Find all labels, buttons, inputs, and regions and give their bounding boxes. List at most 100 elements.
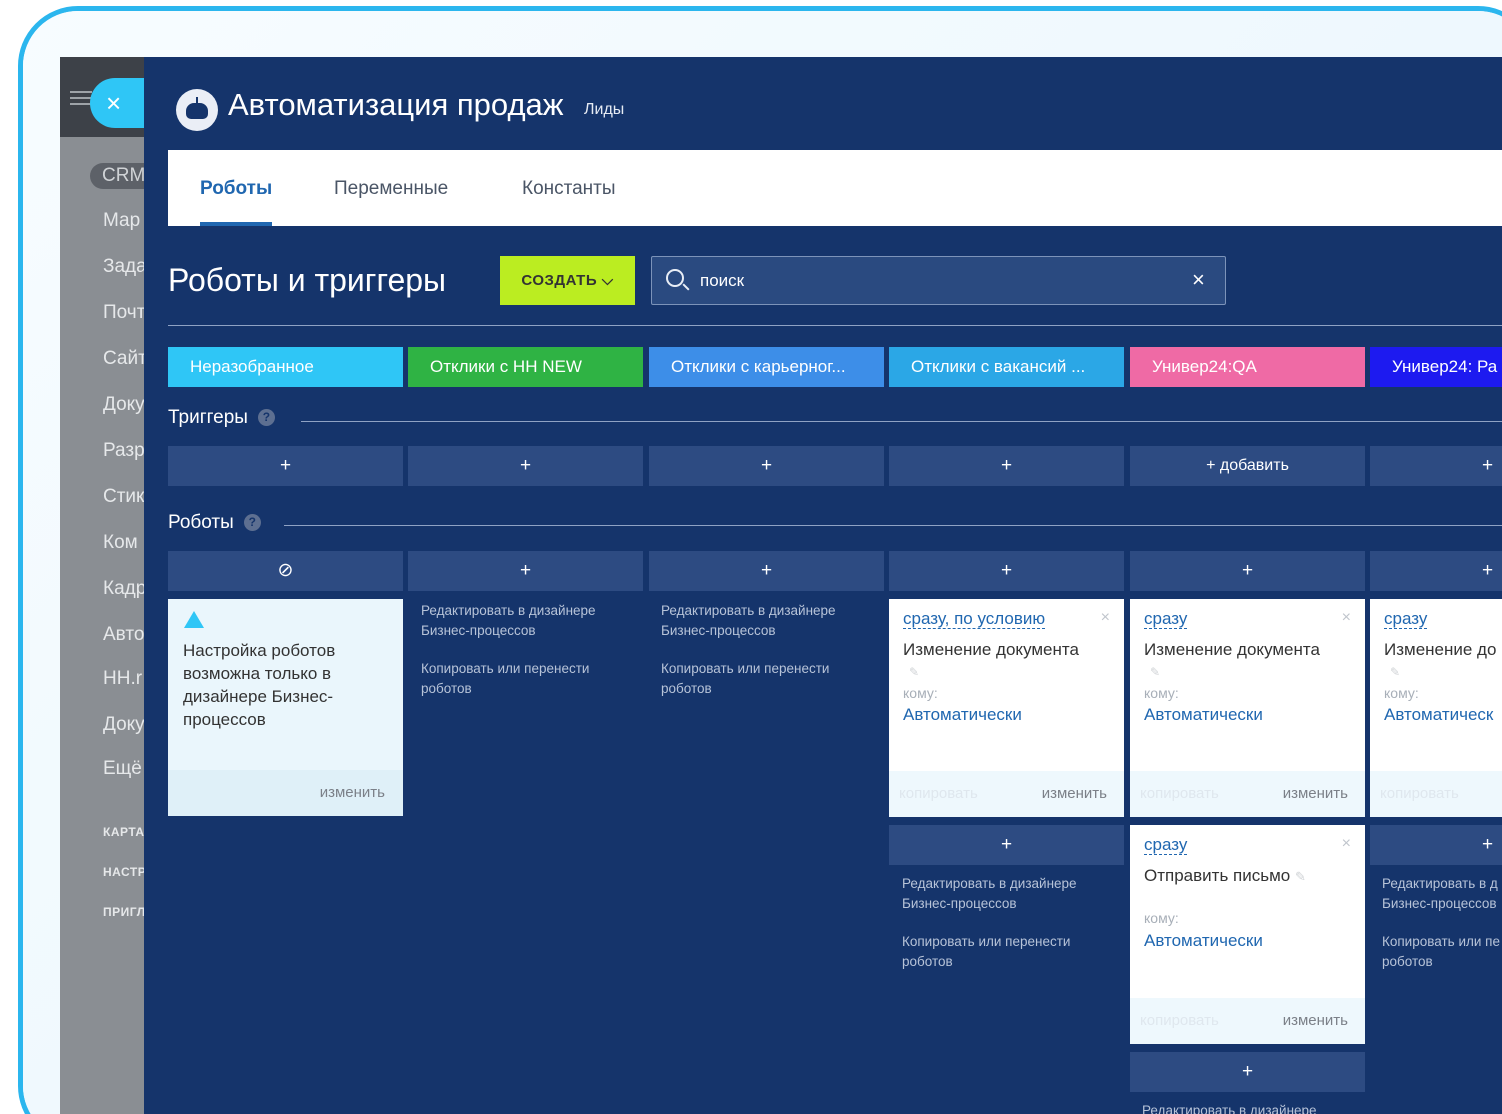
edit-link[interactable]: изменить	[1042, 785, 1107, 802]
close-slider-button[interactable]: ×	[90, 78, 146, 128]
edit-link[interactable]: изменить	[320, 784, 385, 801]
add-trigger-button[interactable]: +	[1370, 446, 1502, 486]
sidebar-item[interactable]: Ком	[103, 532, 138, 554]
card-title: Изменение до	[1384, 640, 1497, 659]
sidebar-item[interactable]: Мар	[103, 210, 140, 232]
pencil-icon[interactable]: ✎	[1390, 665, 1400, 679]
pencil-icon[interactable]: ✎	[909, 665, 919, 679]
robots-title: Роботы	[168, 512, 234, 533]
copy-link[interactable]: копировать	[899, 785, 978, 802]
robot-card: сразу × Отправить письмо ✎ кому: Автомат…	[1130, 825, 1365, 1044]
sidebar-item-crm[interactable]: CRM	[90, 163, 144, 189]
add-trigger-button[interactable]: + добавить	[1130, 446, 1365, 486]
card-recipient-label: кому:	[1144, 910, 1179, 926]
stage-header[interactable]: Неразобранное	[168, 347, 403, 387]
edit-designer-link[interactable]: Редактировать в дизайнере Бизнес-процесс…	[421, 601, 621, 641]
add-robot-button[interactable]: +	[1130, 1052, 1365, 1092]
add-trigger-button[interactable]: +	[889, 446, 1124, 486]
card-condition-link[interactable]: сразу	[1144, 610, 1188, 629]
sidebar-item-settings[interactable]: НАСТР	[103, 865, 144, 879]
stage-header[interactable]: Универ24:QA	[1130, 347, 1365, 387]
add-robot-button[interactable]: +	[1370, 551, 1502, 591]
edit-link[interactable]: изменить	[1283, 785, 1348, 802]
sidebar-item[interactable]: Кадр	[103, 578, 144, 600]
card-footer: копировать изменить	[1130, 771, 1365, 817]
card-condition-link[interactable]: сразу	[1384, 610, 1428, 629]
card-recipient-link[interactable]: Автоматически	[1144, 705, 1263, 725]
edit-designer-link[interactable]: Редактировать в дизайнере	[1142, 1101, 1352, 1114]
card-condition-link[interactable]: сразу, по условию	[903, 610, 1046, 629]
copy-link[interactable]: копировать	[1380, 785, 1459, 802]
card-recipient-link[interactable]: Автоматически	[903, 705, 1022, 725]
card-title: Изменение документа	[903, 640, 1079, 659]
stage-label: Универ24:QA	[1152, 357, 1257, 376]
add-robot-button[interactable]: +	[649, 551, 884, 591]
card-condition-link[interactable]: сразу	[1144, 836, 1188, 855]
pencil-icon[interactable]: ✎	[1150, 665, 1160, 679]
sidebar-item[interactable]: Разр	[103, 440, 144, 462]
add-robot-button[interactable]: +	[1130, 551, 1365, 591]
robot-card: сразу, по условию × Изменение документа …	[889, 599, 1124, 817]
close-icon[interactable]: ×	[1342, 609, 1351, 627]
add-trigger-button[interactable]: +	[168, 446, 403, 486]
add-robot-button[interactable]: +	[889, 825, 1124, 865]
card-recipient-link[interactable]: Автоматически	[1144, 931, 1263, 951]
card-title: Отправить письмо ✎	[1144, 866, 1306, 886]
designer-links: Редактировать в дизайнере	[1142, 1101, 1352, 1114]
close-icon[interactable]: ×	[1342, 835, 1351, 853]
copy-link[interactable]: копировать	[1140, 1012, 1219, 1029]
sidebar-item-more[interactable]: Ещё	[103, 758, 142, 780]
copy-move-link[interactable]: Копировать или перенести роботов	[902, 932, 1112, 972]
card-footer: копировать изменить	[889, 771, 1124, 817]
add-trigger-button[interactable]: +	[408, 446, 643, 486]
sidebar-item[interactable]: HH.r	[103, 668, 142, 690]
tab-variables[interactable]: Переменные	[334, 178, 448, 200]
menu-icon[interactable]	[70, 91, 92, 105]
warning-text: Настройка роботов возможна только в диза…	[183, 641, 336, 729]
search-input[interactable]	[700, 268, 1180, 294]
add-robot-button[interactable]: +	[408, 551, 643, 591]
edit-designer-link[interactable]: Редактировать в д Бизнес-процессов	[1382, 874, 1502, 914]
help-icon[interactable]: ?	[257, 409, 275, 426]
copy-link[interactable]: копировать	[1140, 785, 1219, 802]
sidebar-item[interactable]: Стик	[103, 486, 144, 508]
copy-move-link[interactable]: Копировать или перенести роботов	[661, 659, 861, 699]
edit-designer-link[interactable]: Редактировать в дизайнере Бизнес-процесс…	[902, 874, 1112, 914]
card-footer: копировать изменить	[1130, 998, 1365, 1044]
sidebar-item-map[interactable]: КАРТА	[103, 825, 144, 839]
close-icon[interactable]: ×	[1101, 609, 1110, 627]
card-recipient-label: кому:	[1144, 685, 1179, 701]
sidebar-item[interactable]: Почт	[103, 302, 144, 324]
sidebar-item[interactable]: Доку	[103, 394, 144, 416]
help-icon[interactable]: ?	[243, 514, 261, 531]
automation-panel: Автоматизация продаж Лиды Роботы Перемен…	[144, 57, 1502, 1114]
stage-label: Отклики с карьерног...	[671, 357, 846, 376]
sidebar-item[interactable]: Сайт	[103, 348, 144, 370]
sidebar-item[interactable]: Зада	[103, 256, 144, 278]
warning-card: Настройка роботов возможна только в диза…	[168, 599, 403, 816]
left-sidebar: R CRM Мар Зада Почт Сайт Доку Разр Стик …	[60, 57, 144, 1114]
card-title: Изменение документа	[1144, 640, 1320, 659]
sidebar-item-invite[interactable]: ПРИГЛ	[103, 905, 144, 919]
add-robot-button[interactable]: +	[1370, 825, 1502, 865]
tab-robots[interactable]: Роботы	[200, 178, 272, 200]
stage-header[interactable]: Отклики с HH NEW	[408, 347, 643, 387]
stage-header[interactable]: Отклики с вакансий ...	[889, 347, 1124, 387]
create-button[interactable]: СОЗДАТЬ ⌵	[500, 256, 635, 305]
sidebar-item[interactable]: Доку	[103, 714, 144, 736]
copy-move-link[interactable]: Копировать или перенести роботов	[421, 659, 621, 699]
sidebar-item[interactable]: Авто	[103, 624, 144, 646]
divider	[168, 325, 1502, 326]
stage-header[interactable]: Универ24: Ра	[1370, 347, 1502, 387]
edit-link[interactable]: изменить	[1283, 1012, 1348, 1029]
copy-move-link[interactable]: Копировать или пе роботов	[1382, 932, 1502, 972]
add-trigger-button[interactable]: +	[649, 446, 884, 486]
robots-label: Роботы?	[168, 512, 261, 534]
edit-designer-link[interactable]: Редактировать в дизайнере Бизнес-процесс…	[661, 601, 861, 641]
add-robot-button[interactable]: +	[889, 551, 1124, 591]
card-recipient-link[interactable]: Автоматическ	[1384, 705, 1493, 725]
tab-constants[interactable]: Константы	[522, 178, 616, 200]
clear-search-icon[interactable]: ×	[1192, 267, 1205, 293]
stage-header[interactable]: Отклики с карьерног...	[649, 347, 884, 387]
pencil-icon[interactable]: ✎	[1295, 869, 1306, 884]
